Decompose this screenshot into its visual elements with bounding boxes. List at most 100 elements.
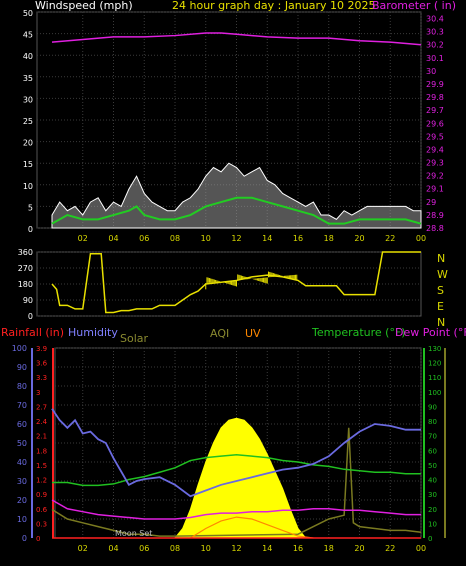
windspeed-tick-label: 10 xyxy=(23,182,33,191)
temperature-axis-label: Temperature (°F) xyxy=(311,326,406,339)
x-tick-label: 16 xyxy=(293,544,303,553)
temperature-tick-label: 120 xyxy=(428,360,441,368)
windspeed-tick-label: 20 xyxy=(23,139,33,148)
windspeed-tick-label: 50 xyxy=(23,9,33,18)
barometer-tick-label: 30.3 xyxy=(426,28,444,37)
temperature-humidity-panel: 010203040506070809010000.30.60.91.21.51.… xyxy=(12,344,446,553)
temperature-tick-label: 0 xyxy=(428,535,432,543)
temperature-tick-label: 10 xyxy=(428,520,437,528)
humidity-tick-label: 20 xyxy=(17,496,27,505)
rainfall-tick-label: 2.4 xyxy=(36,418,48,426)
temperature-tick-label: 80 xyxy=(428,418,437,426)
compass-label: E xyxy=(437,300,444,313)
weather-graph-canvas: Windspeed (mph) 24 hour graph day : Janu… xyxy=(0,0,466,566)
windspeed-tick-label: 30 xyxy=(23,95,33,104)
uv-axis-label: UV xyxy=(245,327,261,340)
rainfall-axis-label: Rainfall (in) xyxy=(1,326,64,339)
rainfall-tick-label: 3.9 xyxy=(36,345,47,353)
rainfall-tick-label: 3.6 xyxy=(36,360,48,368)
direction-tick-label: 360 xyxy=(18,248,33,257)
compass-label: N xyxy=(437,252,445,265)
rainfall-tick-label: 2.1 xyxy=(36,433,47,441)
temperature-tick-label: 20 xyxy=(428,506,437,514)
temperature-tick-label: 60 xyxy=(428,447,437,455)
x-tick-label: 12 xyxy=(231,234,241,243)
direction-tick-label: 180 xyxy=(18,280,33,289)
rainfall-tick-label: 0.6 xyxy=(36,506,48,514)
x-tick-label: 10 xyxy=(201,544,211,553)
x-tick-label: 06 xyxy=(139,544,149,553)
humidity-tick-label: 70 xyxy=(17,401,27,410)
dewpoint-axis-label: Dew Point (°F) xyxy=(395,326,466,339)
windspeed-tick-label: 5 xyxy=(28,203,33,212)
direction-tick-label: 90 xyxy=(23,296,33,305)
x-tick-label: 10 xyxy=(201,234,211,243)
rainfall-tick-label: 3.3 xyxy=(36,374,47,382)
windspeed-tick-label: 45 xyxy=(23,31,33,40)
humidity-tick-label: 100 xyxy=(12,344,27,353)
barometer-tick-label: 29.5 xyxy=(426,132,444,141)
x-tick-label: 14 xyxy=(262,544,272,553)
humidity-tick-label: 10 xyxy=(17,515,27,524)
x-tick-label: 16 xyxy=(293,234,303,243)
rainfall-tick-label: 2.7 xyxy=(36,403,47,411)
weather-graphs: Windspeed (mph) 24 hour graph day : Janu… xyxy=(1,0,466,553)
x-tick-label: 20 xyxy=(354,234,364,243)
x-tick-label: 04 xyxy=(108,544,118,553)
x-tick-label: 14 xyxy=(262,234,272,243)
compass-label: W xyxy=(437,268,448,281)
direction-tick-label: 0 xyxy=(28,312,33,321)
humidity-tick-label: 60 xyxy=(17,420,27,429)
temperature-tick-label: 130 xyxy=(428,345,441,353)
chart-title: 24 hour graph day : January 10 2025 xyxy=(172,0,376,12)
temperature-tick-label: 70 xyxy=(428,433,437,441)
x-tick-label: 18 xyxy=(324,234,334,243)
barometer-tick-label: 30 xyxy=(426,67,436,76)
moon-set-label: Moon Set xyxy=(115,529,152,538)
humidity-tick-label: 80 xyxy=(17,382,27,391)
barometer-tick-label: 30.4 xyxy=(426,15,444,24)
barometer-tick-label: 29.6 xyxy=(426,119,444,128)
x-tick-label: 18 xyxy=(324,544,334,553)
windspeed-axis-label: Windspeed (mph) xyxy=(35,0,133,12)
barometer-tick-label: 30.2 xyxy=(426,41,444,50)
rainfall-tick-label: 1.2 xyxy=(36,477,47,485)
humidity-axis-label: Humidity xyxy=(68,326,118,339)
barometer-tick-label: 28.8 xyxy=(426,224,444,233)
humidity-tick-label: 90 xyxy=(17,363,27,372)
x-tick-label: 08 xyxy=(170,544,180,553)
x-tick-label: 00 xyxy=(416,234,426,243)
x-tick-label: 04 xyxy=(108,234,118,243)
compass-label: S xyxy=(437,284,444,297)
x-tick-label: 02 xyxy=(78,544,88,553)
temperature-tick-label: 100 xyxy=(428,389,441,397)
barometer-tick-label: 29.7 xyxy=(426,106,444,115)
aqi-axis-label: AQI xyxy=(210,327,229,340)
x-tick-label: 08 xyxy=(170,234,180,243)
wind-direction-panel: 090180270360 NWSEN xyxy=(18,248,448,329)
windspeed-tick-label: 15 xyxy=(23,160,33,169)
x-tick-label: 00 xyxy=(416,544,426,553)
rainfall-tick-label: 1.5 xyxy=(36,462,47,470)
barometer-axis-label: Barometer ( in) xyxy=(372,0,456,12)
barometer-tick-label: 29.1 xyxy=(426,185,444,194)
wind-barometer-panel: 0 5 10 15 20 25 30 35 40 45 50 02 04 06 08 10 12 14 16 18 20… xyxy=(23,9,444,243)
windspeed-tick-label: 40 xyxy=(23,52,33,61)
humidity-tick-label: 30 xyxy=(17,477,27,486)
barometer-tick-label: 29.9 xyxy=(426,80,444,89)
rainfall-tick-label: 1.8 xyxy=(36,447,47,455)
temperature-tick-label: 110 xyxy=(428,374,441,382)
barometer-tick-label: 30.1 xyxy=(426,54,444,63)
temperature-tick-label: 90 xyxy=(428,403,437,411)
rainfall-tick-label: 0.3 xyxy=(36,520,47,528)
barometer-tick-label: 29 xyxy=(426,198,436,207)
solar-axis-label: Solar xyxy=(120,332,149,345)
barometer-tick-label: 29.2 xyxy=(426,172,444,181)
temperature-tick-label: 50 xyxy=(428,462,437,470)
windspeed-tick-label: 0 xyxy=(28,225,33,234)
temperature-tick-label: 40 xyxy=(428,477,437,485)
direction-tick-label: 270 xyxy=(18,264,33,273)
windspeed-tick-label: 35 xyxy=(23,74,33,83)
rainfall-tick-label: 0 xyxy=(36,535,40,543)
x-tick-label: 20 xyxy=(354,544,364,553)
